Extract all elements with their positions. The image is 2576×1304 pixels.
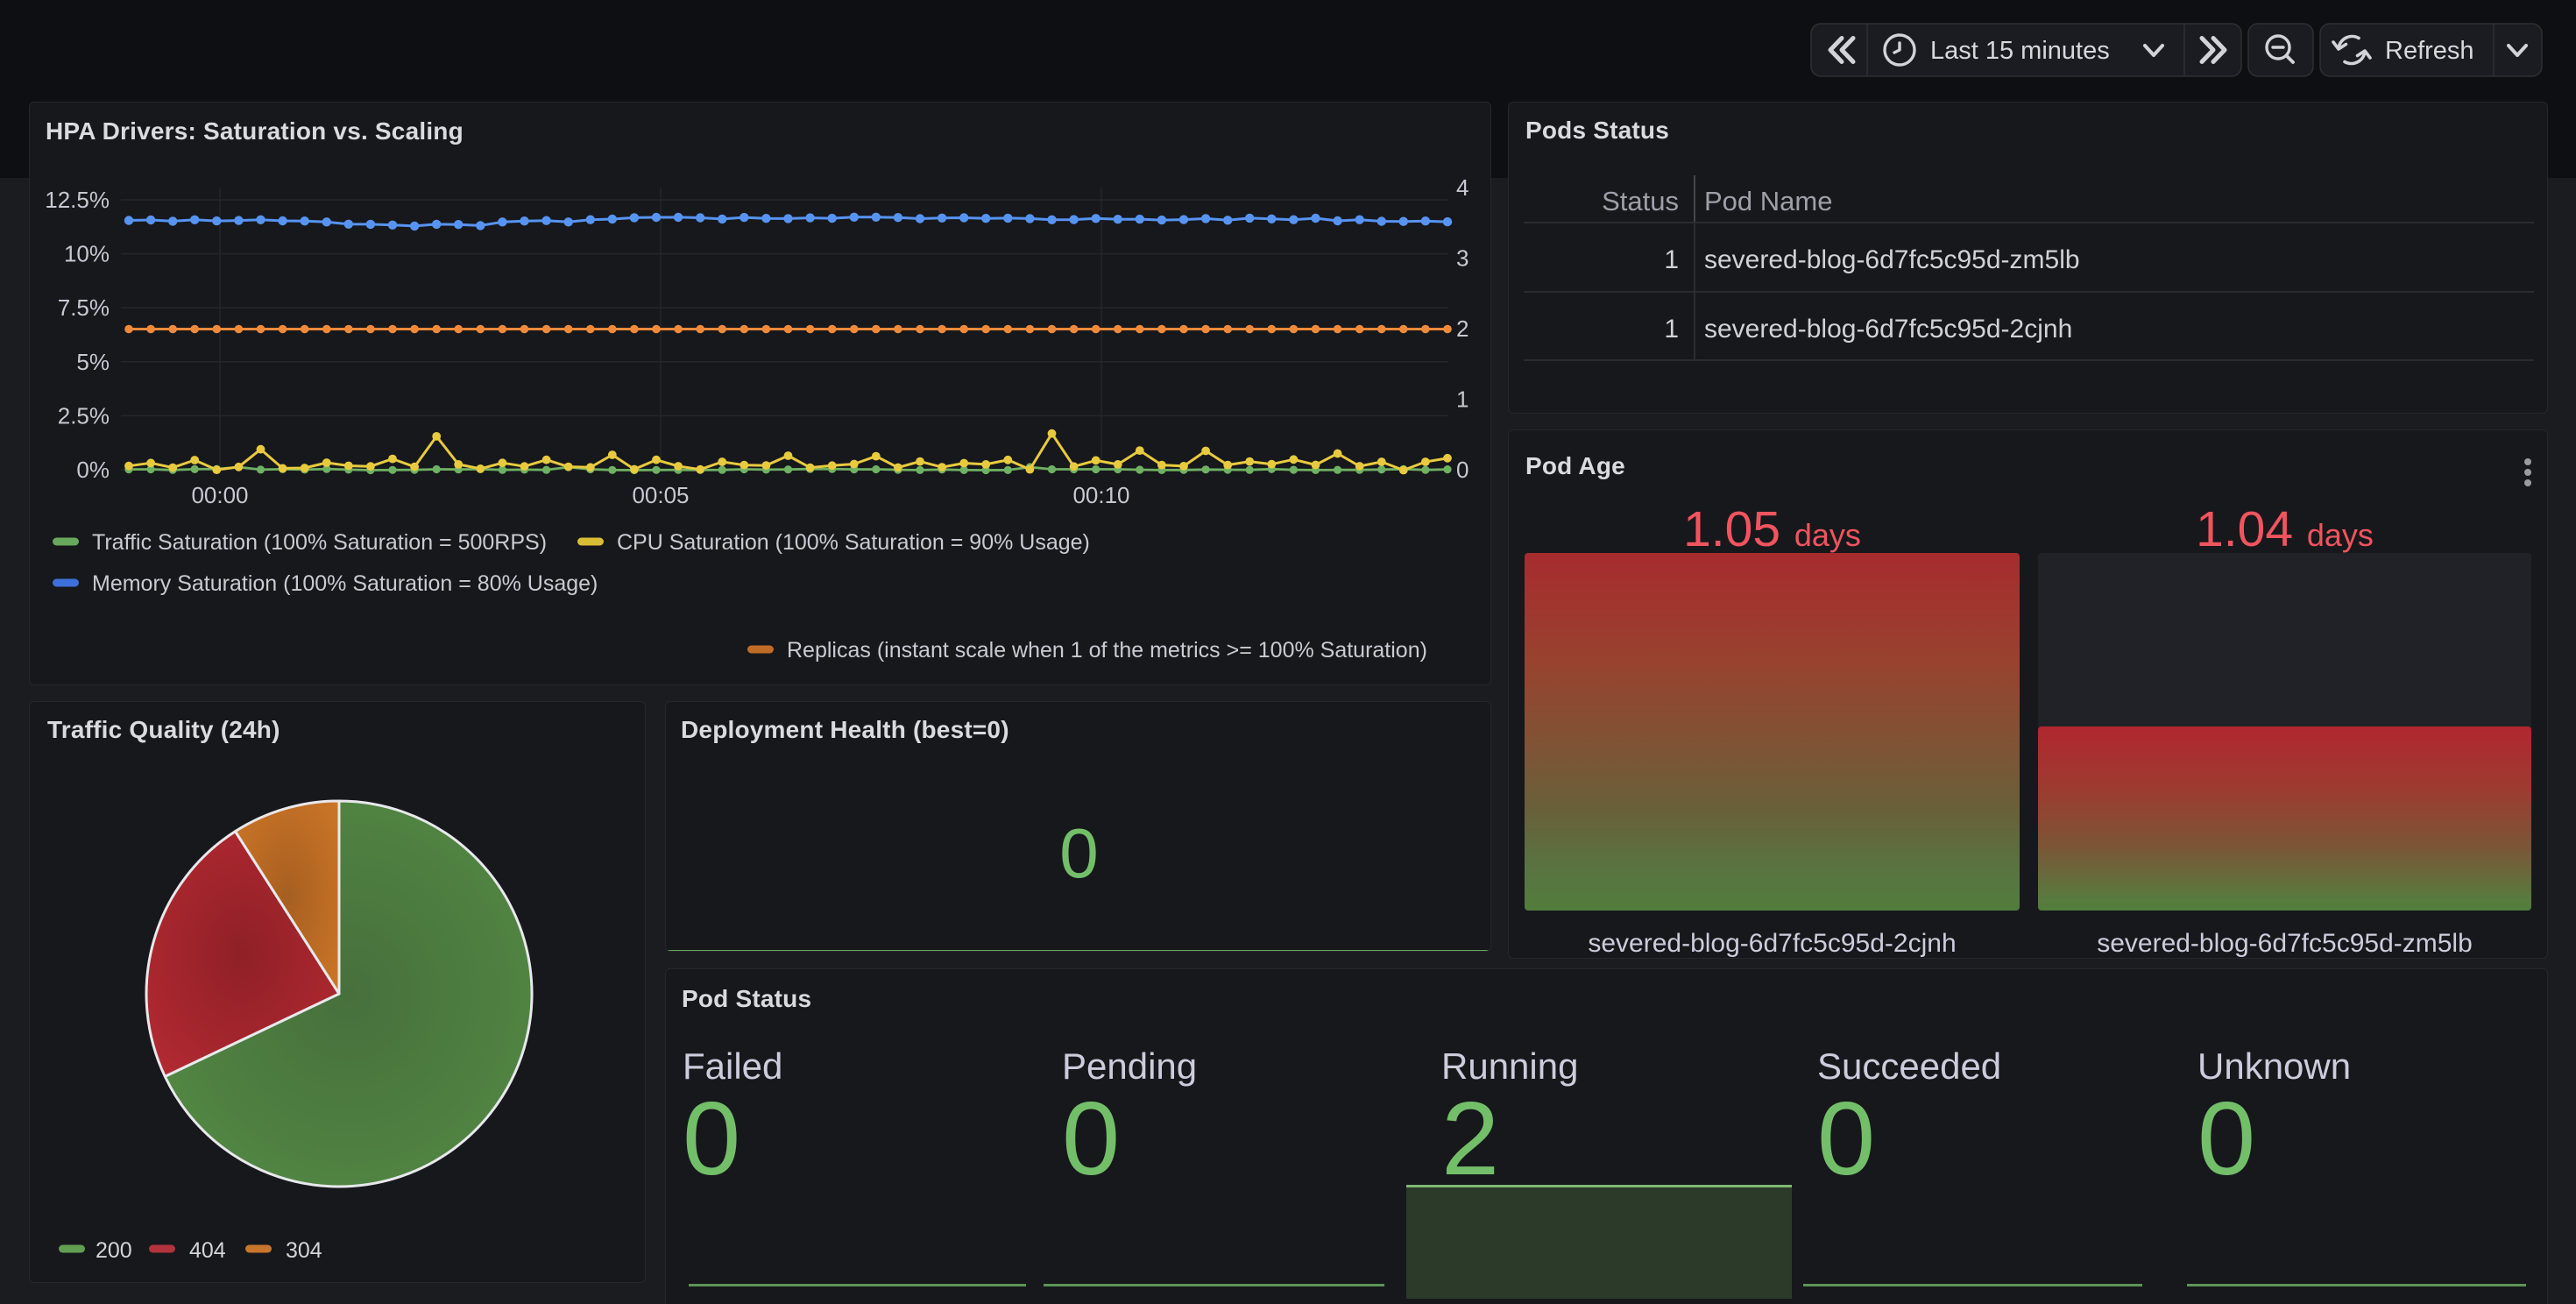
- svg-text:304: 304: [286, 1238, 322, 1263]
- svg-text:2: 2: [1456, 315, 1468, 342]
- svg-text:0: 0: [1456, 457, 1468, 483]
- svg-text:CPU Saturation (100% Saturatio: CPU Saturation (100% Saturation = 90% Us…: [617, 530, 1090, 555]
- svg-text:7.5%: 7.5%: [58, 294, 110, 321]
- svg-text:00:00: 00:00: [191, 482, 248, 508]
- svg-text:3: 3: [1456, 245, 1468, 272]
- svg-text:404: 404: [189, 1238, 226, 1263]
- svg-text:Replicas (instant scale when 1: Replicas (instant scale when 1 of the me…: [787, 638, 1427, 663]
- svg-text:00:05: 00:05: [632, 482, 689, 508]
- svg-text:Refresh: Refresh: [2385, 37, 2474, 65]
- svg-text:200: 200: [96, 1238, 132, 1263]
- svg-text:5%: 5%: [76, 349, 110, 375]
- svg-text:00:10: 00:10: [1072, 482, 1129, 508]
- svg-text:4: 4: [1456, 174, 1468, 201]
- svg-text:12.5%: 12.5%: [45, 187, 110, 213]
- svg-text:Last 15 minutes: Last 15 minutes: [1930, 37, 2110, 65]
- svg-text:Memory Saturation (100% Satura: Memory Saturation (100% Saturation = 80%…: [92, 571, 598, 596]
- svg-text:0%: 0%: [76, 457, 110, 483]
- svg-text:10%: 10%: [64, 241, 110, 267]
- svg-text:Traffic Saturation (100% Satur: Traffic Saturation (100% Saturation = 50…: [92, 530, 547, 555]
- svg-text:1: 1: [1456, 386, 1468, 413]
- svg-text:2.5%: 2.5%: [58, 402, 110, 429]
